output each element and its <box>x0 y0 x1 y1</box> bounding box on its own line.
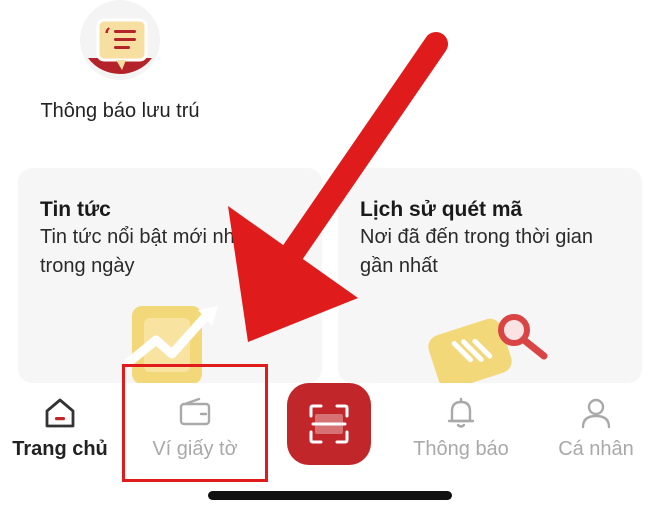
bell-icon <box>447 397 475 428</box>
news-card-description: Tin tức nổi bật mới nhất trong ngày <box>40 226 252 277</box>
scan-history-icon <box>428 314 548 383</box>
news-card[interactable]: Tin tức Tin tức nổi bật mới nhất trong n… <box>18 168 322 383</box>
nav-notifications-label: Thông báo <box>413 438 509 460</box>
nav-home-label: Trang chủ <box>12 438 108 460</box>
accommodation-notice-icon: ‘ <box>80 0 160 80</box>
scan-history-card-title: Lịch sử quét mã <box>360 198 523 221</box>
nav-notifications[interactable]: Thông báo <box>404 383 518 483</box>
scan-history-card[interactable]: Lịch sử quét mã Nơi đã đến trong thời gi… <box>338 168 642 383</box>
nav-home[interactable]: Trang chủ <box>4 383 116 483</box>
accommodation-notice-label: Thông báo lưu trú <box>40 100 200 122</box>
home-icon <box>45 398 75 428</box>
nav-profile-label: Cá nhân <box>558 438 634 460</box>
highlight-box <box>122 364 268 482</box>
user-icon <box>581 398 611 429</box>
qr-scan-button[interactable] <box>287 383 371 465</box>
accommodation-notice-item[interactable]: ‘ Thông báo lưu trú <box>30 0 210 130</box>
nav-profile[interactable]: Cá nhân <box>538 383 654 483</box>
qr-scan-icon <box>309 404 349 444</box>
news-card-title: Tin tức <box>40 198 111 221</box>
home-indicator <box>208 491 452 500</box>
scan-history-card-description: Nơi đã đến trong thời gian gần nhất <box>360 226 594 277</box>
svg-text:‘: ‘ <box>104 23 111 47</box>
